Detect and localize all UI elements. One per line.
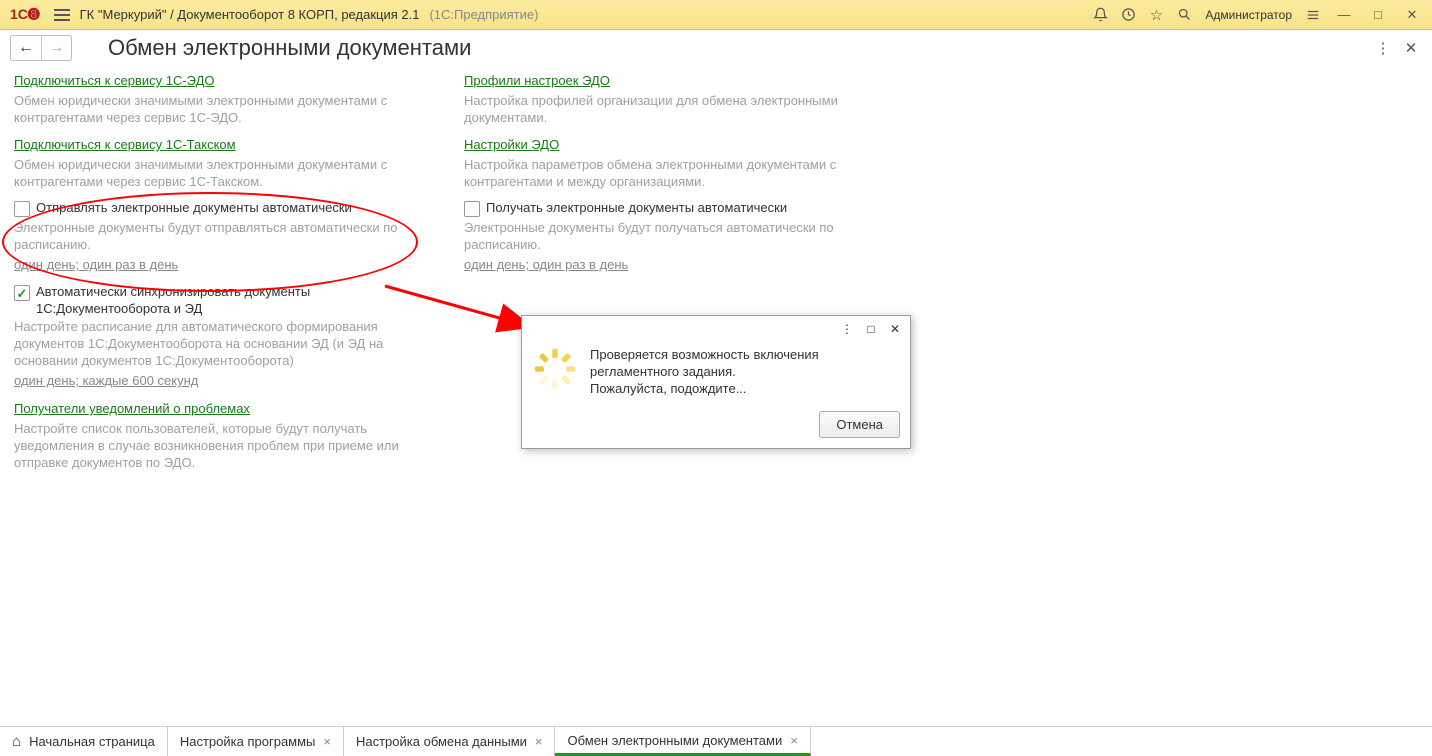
- link-connect-edo[interactable]: Подключиться к сервису 1С-ЭДО: [14, 72, 434, 90]
- label-recv-auto: Получать электронные документы автоматич…: [486, 200, 787, 215]
- dialog-titlebar: ⋮ □ ✕: [522, 316, 910, 342]
- desc-sync: Настройте расписание для автоматического…: [14, 318, 434, 369]
- close-button[interactable]: ✕: [1398, 4, 1426, 26]
- checkbox-sync[interactable]: [14, 285, 30, 301]
- user-label[interactable]: Администратор: [1201, 8, 1296, 22]
- tab-close-icon[interactable]: ×: [323, 734, 331, 749]
- nav-back[interactable]: ←: [11, 36, 41, 60]
- star-icon[interactable]: ☆: [1145, 4, 1167, 26]
- tab-program-settings[interactable]: Настройка программы ×: [168, 727, 344, 756]
- nav-buttons: ← →: [10, 35, 72, 61]
- page-toolbar: ← → Обмен электронными документами ⋮ ✕: [0, 30, 1432, 66]
- search-icon[interactable]: [1173, 4, 1195, 26]
- desc-connect-taxcom: Обмен юридически значимыми электронными …: [14, 156, 434, 190]
- tab-close-icon[interactable]: ×: [790, 733, 798, 748]
- schedule-sync[interactable]: один день; каждые 600 секунд: [14, 373, 198, 388]
- tab-home[interactable]: ⌂ Начальная страница: [0, 727, 168, 756]
- desc-connect-edo: Обмен юридически значимыми электронными …: [14, 92, 434, 126]
- left-column: Подключиться к сервису 1С-ЭДО Обмен юрид…: [14, 72, 434, 481]
- menu-icon[interactable]: [50, 5, 74, 25]
- minimize-button[interactable]: —: [1330, 4, 1358, 26]
- bell-icon[interactable]: [1089, 4, 1111, 26]
- tab-edo-exchange[interactable]: Обмен электронными документами ×: [555, 727, 810, 756]
- tab-label: Начальная страница: [29, 734, 155, 749]
- label-sync: Автоматически синхронизировать документы: [36, 284, 310, 299]
- app-title: ГК "Меркурий" / Документооборот 8 КОРП, …: [80, 7, 420, 22]
- app-subtitle: (1С:Предприятие): [429, 7, 538, 22]
- checkbox-recv-auto[interactable]: [464, 201, 480, 217]
- app-titlebar: 1C➑ ГК "Меркурий" / Документооборот 8 КО…: [0, 0, 1432, 30]
- schedule-recv-auto[interactable]: один день; один раз в день: [464, 257, 628, 272]
- spinner-icon: [532, 346, 578, 392]
- link-connect-taxcom[interactable]: Подключиться к сервису 1С-Такском: [14, 136, 434, 154]
- progress-dialog: ⋮ □ ✕ Проверяется возможность включения …: [521, 315, 911, 449]
- nav-forward[interactable]: →: [41, 36, 71, 60]
- app-logo: 1C➑: [6, 6, 44, 23]
- home-icon: ⌂: [12, 733, 21, 750]
- tab-close-icon[interactable]: ×: [535, 734, 543, 749]
- checkbox-send-auto[interactable]: [14, 201, 30, 217]
- dialog-maximize-icon[interactable]: □: [860, 319, 882, 339]
- desc-recipients: Настройте список пользователей, которые …: [14, 420, 434, 471]
- link-settings[interactable]: Настройки ЭДО: [464, 136, 884, 154]
- page-more-icon[interactable]: ⋮: [1372, 37, 1394, 59]
- bottom-tabs: ⌂ Начальная страница Настройка программы…: [0, 726, 1432, 756]
- cancel-button[interactable]: Отмена: [819, 411, 900, 438]
- label-sync-sub: 1С:Документооборота и ЭД: [36, 301, 434, 316]
- label-send-auto: Отправлять электронные документы автомат…: [36, 200, 352, 215]
- page-title: Обмен электронными документами: [108, 35, 471, 61]
- link-profiles[interactable]: Профили настроек ЭДО: [464, 72, 884, 90]
- dialog-more-icon[interactable]: ⋮: [836, 319, 858, 339]
- history-icon[interactable]: [1117, 4, 1139, 26]
- page-close-icon[interactable]: ✕: [1400, 37, 1422, 59]
- desc-profiles: Настройка профилей организации для обмен…: [464, 92, 884, 126]
- dialog-close-icon[interactable]: ✕: [884, 319, 906, 339]
- tab-label: Обмен электронными документами: [567, 733, 782, 748]
- desc-recv-auto: Электронные документы будут получаться а…: [464, 219, 884, 253]
- user-menu-icon[interactable]: [1302, 4, 1324, 26]
- tab-label: Настройка программы: [180, 734, 316, 749]
- schedule-send-auto[interactable]: один день; один раз в день: [14, 257, 178, 272]
- tab-exchange-settings[interactable]: Настройка обмена данными ×: [344, 727, 556, 756]
- tab-label: Настройка обмена данными: [356, 734, 527, 749]
- desc-settings: Настройка параметров обмена электронными…: [464, 156, 884, 190]
- link-recipients[interactable]: Получатели уведомлений о проблемах: [14, 400, 434, 418]
- desc-send-auto: Электронные документы будут отправляться…: [14, 219, 434, 253]
- maximize-button[interactable]: □: [1364, 4, 1392, 26]
- dialog-text: Проверяется возможность включения реглам…: [590, 346, 900, 397]
